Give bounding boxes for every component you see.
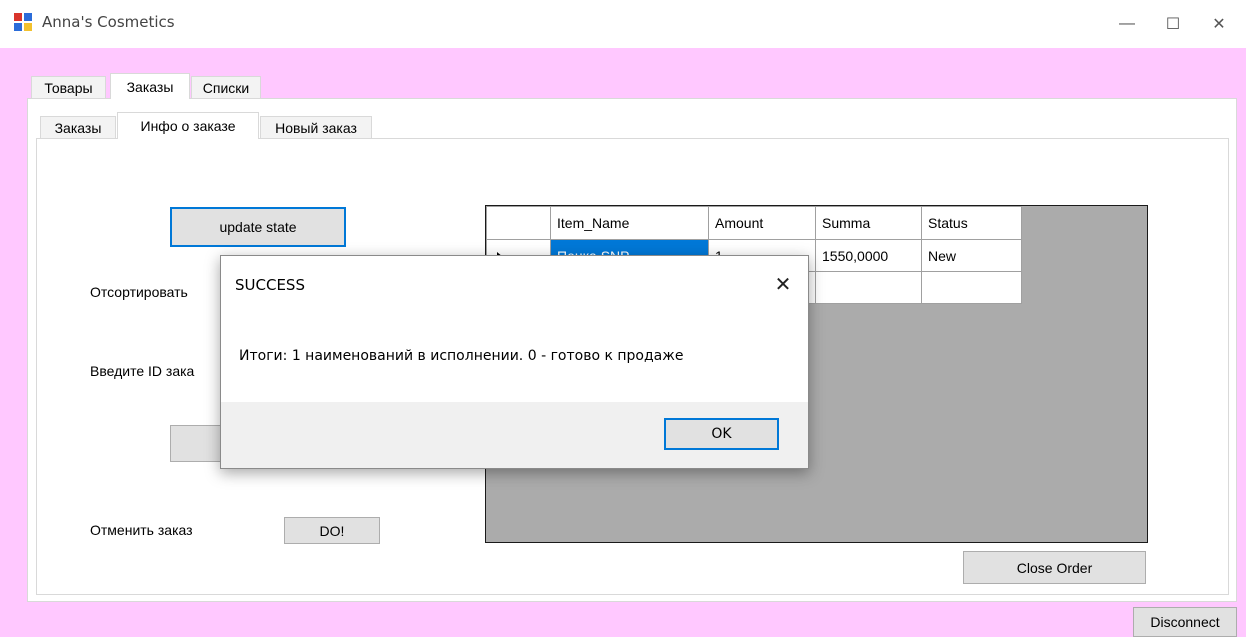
ok-button[interactable]: OK: [664, 418, 779, 450]
grid-cell[interactable]: 1550,0000: [815, 239, 922, 272]
success-dialog: SUCCESS ✕ Итоги: 1 наименований в исполн…: [220, 255, 809, 469]
tab-order-info[interactable]: Инфо о заказе: [117, 112, 259, 139]
column-header[interactable]: Summa: [815, 206, 922, 240]
tab-tovary[interactable]: Товары: [31, 76, 106, 99]
close-button[interactable]: ✕: [1196, 0, 1242, 48]
window-title: Anna's Cosmetics: [42, 13, 175, 31]
grid-corner-cell: [486, 206, 551, 240]
enter-order-id-label: Введите ID зака: [90, 363, 195, 379]
dialog-message: Итоги: 1 наименований в исполнении. 0 - …: [239, 348, 684, 364]
column-header[interactable]: Status: [921, 206, 1022, 240]
disconnect-label: Disconnect: [1150, 614, 1220, 630]
tab-new-order[interactable]: Новый заказ: [260, 116, 372, 139]
tab-orders-list[interactable]: Заказы: [40, 116, 116, 139]
tab-label: Заказы: [54, 120, 102, 136]
close-order-button[interactable]: Close Order: [963, 551, 1146, 584]
cancel-order-button-label: DO!: [319, 522, 345, 539]
minimize-icon: —: [1119, 15, 1135, 32]
grid-header-row: Item_Name Amount Summa Status: [486, 206, 1022, 240]
cancel-order-label: Отменить заказ: [90, 522, 193, 538]
dialog-footer: OK: [221, 402, 808, 468]
close-icon: ✕: [1212, 16, 1226, 33]
tab-label: Списки: [202, 80, 250, 96]
minimize-button[interactable]: —: [1104, 0, 1150, 48]
dialog-close-button[interactable]: ✕: [766, 268, 800, 300]
grid-cell[interactable]: [815, 271, 922, 304]
app-icon: [14, 13, 32, 31]
sort-label: Отсортировать: [90, 284, 188, 300]
maximize-icon: ☐: [1165, 16, 1181, 33]
column-header[interactable]: Item_Name: [550, 206, 709, 240]
tab-label: Заказы: [126, 78, 174, 95]
tab-zakazy[interactable]: Заказы: [110, 73, 190, 99]
close-icon: ✕: [774, 273, 792, 296]
update-state-button[interactable]: update state: [170, 207, 346, 247]
column-header[interactable]: Amount: [708, 206, 816, 240]
tab-label: Новый заказ: [275, 120, 357, 136]
close-order-label: Close Order: [1016, 559, 1093, 576]
disconnect-button[interactable]: Disconnect: [1133, 607, 1237, 637]
ok-button-label: OK: [711, 426, 732, 442]
grid-cell[interactable]: [921, 271, 1022, 304]
update-state-label: update state: [219, 219, 297, 235]
tab-spiski[interactable]: Списки: [191, 76, 261, 99]
cancel-order-button[interactable]: DO!: [284, 517, 380, 544]
tab-label: Товары: [44, 80, 93, 96]
maximize-button[interactable]: ☐: [1150, 0, 1196, 48]
grid-cell[interactable]: New: [921, 239, 1022, 272]
tab-label: Инфо о заказе: [140, 118, 236, 134]
title-bar: Anna's Cosmetics — ☐ ✕: [0, 0, 1246, 48]
dialog-title: SUCCESS: [235, 276, 305, 294]
